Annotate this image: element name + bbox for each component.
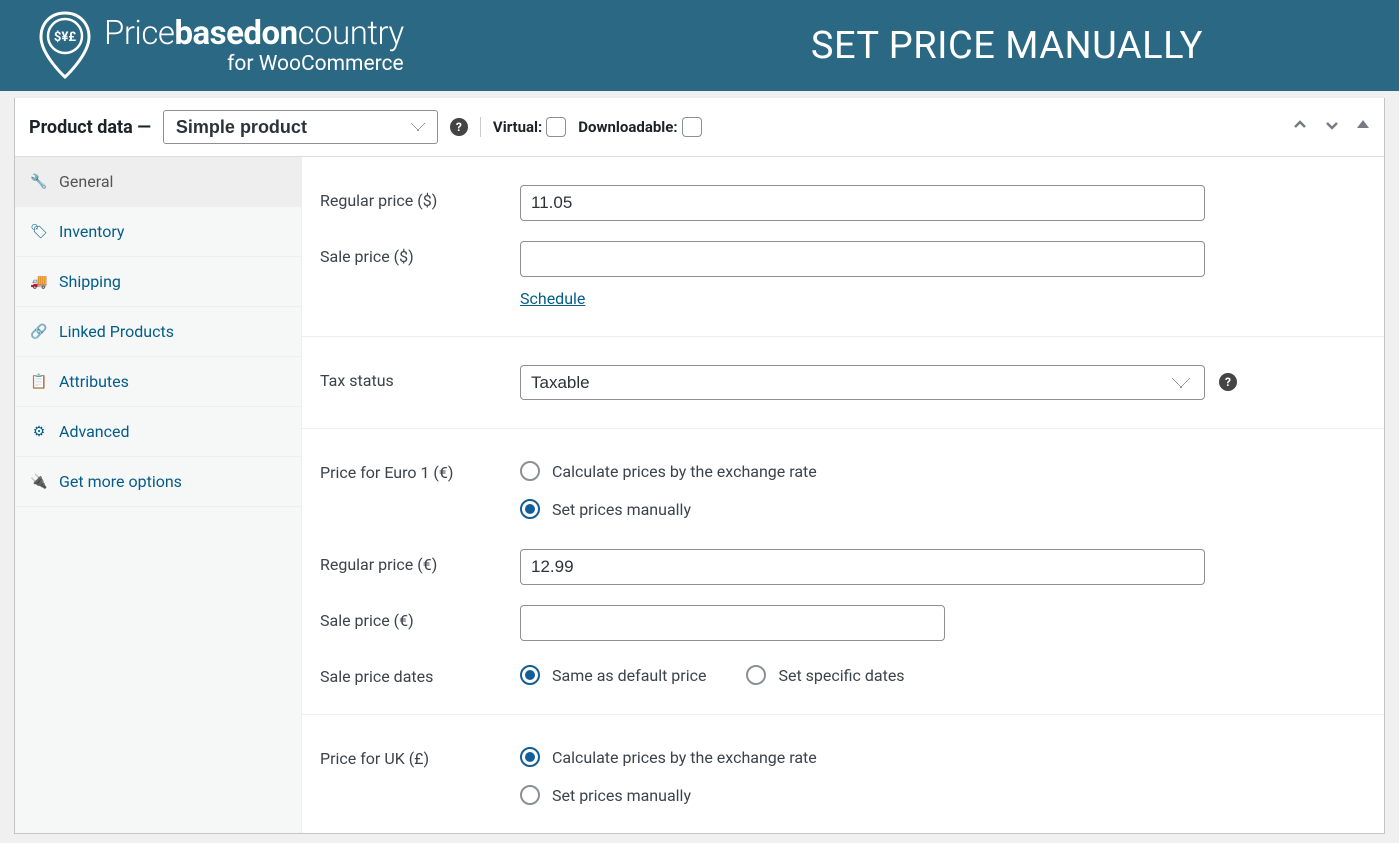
sidebar-item-label: Linked Products	[59, 322, 174, 341]
tax-status-label: Tax status	[320, 365, 520, 390]
gear-icon: ⚙	[31, 424, 47, 440]
sale-price-input[interactable]	[520, 241, 1205, 277]
logo-word-2: basedon	[174, 14, 297, 53]
list-icon: 📋	[31, 374, 47, 390]
sale-dates-label: Sale price dates	[320, 661, 520, 686]
radio-label: Same as default price	[552, 666, 706, 685]
regular-price-eur-label: Regular price (€)	[320, 549, 520, 574]
sidebar-item-label: General	[59, 172, 113, 191]
sidebar-item-linked-products[interactable]: 🔗 Linked Products	[15, 307, 301, 357]
radio-label: Calculate prices by the exchange rate	[552, 462, 817, 481]
euro-block: Price for Euro 1 (€) Calculate prices by…	[302, 429, 1384, 715]
sidebar-item-label: Attributes	[59, 372, 129, 391]
radio-icon	[520, 665, 540, 685]
sidebar-item-advanced[interactable]: ⚙ Advanced	[15, 407, 301, 457]
sidebar: 🔧 General 🏷 Inventory 🚚 Shipping 🔗 Linked Pr…	[15, 157, 302, 833]
wrench-icon: 🔧	[31, 174, 47, 190]
euro-radio-manual[interactable]: Set prices manually	[520, 499, 1205, 519]
radio-label: Set specific dates	[778, 666, 904, 685]
help-icon[interactable]: ?	[1219, 373, 1237, 391]
header-banner: $¥£ Pricebasedoncountry for WooCommerce …	[0, 0, 1399, 91]
downloadable-label: Downloadable:	[578, 118, 677, 136]
sidebar-item-label: Get more options	[59, 472, 182, 491]
downloadable-toggle[interactable]: Downloadable:	[578, 117, 701, 137]
regular-price-eur-input[interactable]	[520, 549, 1205, 585]
content-area: Regular price ($) Sale price ($) Schedul…	[302, 157, 1384, 833]
uk-zone-label: Price for UK (£)	[320, 743, 520, 768]
triangle-up-icon[interactable]	[1356, 117, 1370, 137]
schedule-link[interactable]: Schedule	[520, 289, 585, 308]
radio-icon	[520, 461, 540, 481]
uk-block: Price for UK (£) Calculate prices by the…	[302, 715, 1384, 833]
panel-body: 🔧 General 🏷 Inventory 🚚 Shipping 🔗 Linked Pr…	[15, 157, 1384, 833]
logo-pin-icon: $¥£	[36, 10, 94, 82]
logo-word-1: Price	[104, 14, 174, 53]
logo-word-3: country	[298, 14, 404, 53]
tag-icon: 🏷	[31, 224, 47, 240]
radio-label: Set prices manually	[552, 500, 691, 519]
panel-title: Product data —	[29, 117, 151, 138]
sidebar-item-label: Inventory	[59, 222, 125, 241]
sidebar-item-get-more[interactable]: 🔌 Get more options	[15, 457, 301, 507]
sidebar-item-label: Shipping	[59, 272, 121, 291]
truck-icon: 🚚	[31, 274, 47, 290]
sidebar-item-attributes[interactable]: 📋 Attributes	[15, 357, 301, 407]
radio-icon	[520, 499, 540, 519]
uk-radio-manual[interactable]: Set prices manually	[520, 785, 1205, 805]
uk-radio-calc[interactable]: Calculate prices by the exchange rate	[520, 747, 1205, 767]
svg-text:$¥£: $¥£	[54, 30, 76, 45]
sidebar-item-general[interactable]: 🔧 General	[15, 157, 301, 207]
virtual-checkbox[interactable]	[546, 117, 566, 137]
divider	[480, 117, 481, 137]
logo: $¥£ Pricebasedoncountry for WooCommerce	[36, 10, 404, 82]
sale-price-eur-input[interactable]	[520, 605, 945, 641]
radio-icon	[520, 785, 540, 805]
tax-status-select[interactable]: Taxable	[520, 365, 1205, 400]
downloadable-checkbox[interactable]	[682, 117, 702, 137]
sale-dates-radio-same[interactable]: Same as default price	[520, 665, 706, 685]
price-block: Regular price ($) Sale price ($) Schedul…	[302, 157, 1384, 337]
virtual-toggle[interactable]: Virtual:	[493, 117, 566, 137]
regular-price-label: Regular price ($)	[320, 185, 520, 210]
chevron-up-icon[interactable]	[1292, 117, 1308, 137]
euro-radio-calc[interactable]: Calculate prices by the exchange rate	[520, 461, 1205, 481]
logo-subtitle: for WooCommerce	[104, 54, 404, 75]
sale-dates-radio-specific[interactable]: Set specific dates	[746, 665, 904, 685]
sidebar-item-label: Advanced	[59, 422, 130, 441]
logo-text: Pricebasedoncountry for WooCommerce	[104, 17, 404, 75]
sale-price-eur-label: Sale price (€)	[320, 605, 520, 630]
link-icon: 🔗	[31, 324, 47, 340]
radio-label: Set prices manually	[552, 786, 691, 805]
panel-toggle-icons	[1292, 117, 1370, 137]
chevron-down-icon[interactable]	[1324, 117, 1340, 137]
product-type-select[interactable]: Simple product	[163, 110, 438, 144]
product-data-panel: Product data — Simple product ? Virtual:…	[14, 98, 1385, 834]
help-icon[interactable]: ?	[450, 118, 468, 136]
sidebar-item-shipping[interactable]: 🚚 Shipping	[15, 257, 301, 307]
tax-block: Tax status Taxable ?	[302, 337, 1384, 429]
regular-price-input[interactable]	[520, 185, 1205, 221]
sale-price-label: Sale price ($)	[320, 241, 520, 266]
euro-zone-label: Price for Euro 1 (€)	[320, 457, 520, 482]
radio-icon	[520, 747, 540, 767]
plug-icon: 🔌	[31, 474, 47, 490]
banner-title: SET PRICE MANUALLY	[811, 24, 1203, 68]
sidebar-item-inventory[interactable]: 🏷 Inventory	[15, 207, 301, 257]
virtual-label: Virtual:	[493, 118, 542, 136]
radio-label: Calculate prices by the exchange rate	[552, 748, 817, 767]
radio-icon	[746, 665, 766, 685]
panel-header: Product data — Simple product ? Virtual:…	[15, 98, 1384, 157]
